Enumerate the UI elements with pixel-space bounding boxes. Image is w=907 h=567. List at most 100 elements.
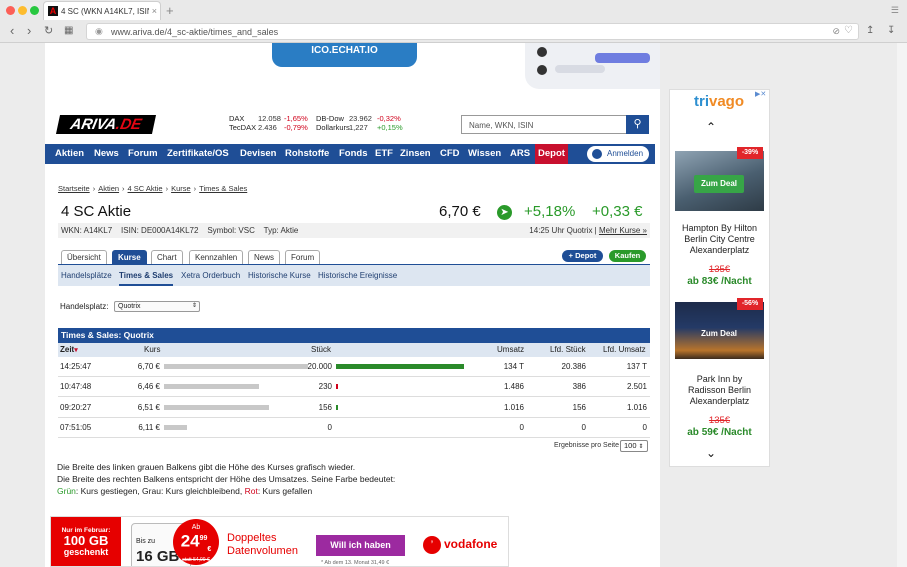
cell-kurs: 6,46 € (137, 382, 160, 392)
search-input[interactable]: Name, WKN, ISIN (461, 115, 627, 134)
breadcrumb-times-sales[interactable]: Times & Sales (199, 184, 247, 193)
col-lfd-umsatz[interactable]: Lfd. Umsatz (603, 343, 646, 357)
nav-item-ars[interactable]: ARS (510, 144, 530, 164)
add-depot-button[interactable]: + Depot (562, 250, 603, 262)
col-umsatz[interactable]: Umsatz (497, 343, 524, 357)
top-banner-ad[interactable]: ICO.ECHAT.IO (45, 43, 660, 89)
ariva-logo[interactable]: ARIVA.DE (55, 115, 157, 134)
close-window-button[interactable] (6, 6, 15, 15)
reload-icon[interactable]: ↻ (44, 23, 53, 39)
cell-lfd-umsatz: 1.016 (626, 402, 647, 412)
tab-chart[interactable]: Chart (151, 250, 183, 264)
subnav-times-sales[interactable]: Times & Sales (119, 271, 174, 286)
breadcrumb-4sc-aktie[interactable]: 4 SC Aktie (128, 184, 163, 193)
login-button[interactable]: Anmelden (587, 146, 649, 162)
new-tab-button[interactable]: + (166, 3, 174, 18)
tab-title: 4 SC (WKN A14KL7, ISIN DE0 (61, 7, 149, 16)
subnav-historische-ereignisse[interactable]: Historische Ereignisse (318, 271, 397, 280)
nav-item-news[interactable]: News (94, 144, 119, 164)
nav-item-wissen[interactable]: Wissen (468, 144, 501, 164)
grid-icon[interactable]: ▦ (64, 23, 73, 39)
search-icon[interactable]: ⚲ (626, 115, 649, 134)
tab-news[interactable]: News (248, 250, 281, 264)
breadcrumb-startseite[interactable]: Startseite (58, 184, 90, 193)
subnav-handelsplaetze[interactable]: Handelsplätze (61, 271, 112, 280)
col-stueck[interactable]: Stück (311, 343, 331, 357)
cell-stueck: 20.000 (307, 362, 332, 371)
handelsplatz-select[interactable]: Quotrix ⇕ (114, 301, 200, 312)
chevron-down-icon[interactable]: ⌄ (706, 446, 716, 460)
select-arrows-icon: ⇕ (191, 303, 197, 309)
nav-item-devisen[interactable]: Devisen (240, 144, 276, 164)
tab-kennzahlen[interactable]: Kennzahlen (189, 250, 244, 264)
breadcrumb-kurse[interactable]: Kurse (171, 184, 191, 193)
zum-deal-button[interactable]: Zum Deal (694, 325, 744, 343)
download-icon[interactable]: ↧ (887, 23, 895, 39)
nav-item-rohstoffe[interactable]: Rohstoffe (285, 144, 329, 164)
nav-item-etf[interactable]: ETF (375, 144, 393, 164)
nav-item-depot[interactable]: Depot (535, 144, 568, 164)
cell-zeit: 09:20:27 (60, 402, 92, 412)
heart-icon[interactable]: ♡ (844, 25, 853, 36)
tab-overview-icon[interactable]: ☰ (891, 5, 899, 16)
cell-lfd-stueck: 156 (572, 402, 586, 412)
share-icon[interactable]: ↥ (866, 23, 874, 39)
subnav-xetra-orderbuch[interactable]: Xetra Orderbuch (181, 271, 240, 280)
nav-item-aktien[interactable]: Aktien (55, 144, 84, 164)
buy-button[interactable]: Kaufen (609, 250, 646, 262)
chevron-right-icon[interactable]: › (27, 23, 31, 39)
breadcrumb-aktien[interactable]: Aktien (98, 184, 119, 193)
cell-stueck: 230 (318, 382, 332, 392)
tab-kurse[interactable]: Kurse (112, 250, 147, 264)
cell-zeit: 14:25:47 (60, 362, 92, 371)
results-per-page-select[interactable]: 100 ⇕ (620, 440, 648, 452)
zum-deal-button[interactable]: Zum Deal (694, 175, 744, 193)
table-title: Times & Sales: Quotrix (58, 328, 650, 343)
vodafone-ad[interactable]: Nur im Februar: 100 GB geschenkt Bis zu … (50, 516, 509, 567)
old-price: 135€ (708, 415, 731, 426)
cell-umsatz: 1.016 (503, 402, 524, 412)
address-bar[interactable]: ◉ www.ariva.de/4_sc-aktie/times_and_sale… (86, 23, 859, 40)
tab-close-icon[interactable]: × (152, 6, 157, 16)
hotel-name[interactable]: Park Inn by Radisson Berlin Alexanderpla… (671, 374, 768, 407)
col-zeit[interactable]: Zeit▾ (60, 343, 78, 358)
cell-lfd-umsatz: 137 T (626, 362, 647, 371)
tab-uebersicht[interactable]: Übersicht (61, 250, 107, 264)
cell-umsatz: 134 T (503, 362, 524, 371)
cell-kurs: 6,70 € (137, 362, 160, 371)
url-text[interactable]: www.ariva.de/4_sc-aktie/times_and_sales (111, 27, 278, 37)
maximize-window-button[interactable] (30, 6, 39, 15)
col-kurs[interactable]: Kurs (144, 343, 160, 357)
volume-bar (336, 384, 338, 390)
nav-item-zertifikate[interactable]: Zertifikate/OS (167, 144, 229, 164)
cell-zeit: 10:47:48 (60, 382, 92, 392)
legend-line-2: Die Breite des rechten Balkens entsprich… (57, 474, 396, 484)
index-tecdax[interactable]: TecDAX 2.436 -0,79% (229, 123, 309, 133)
chevron-left-icon[interactable]: ‹ (10, 23, 14, 39)
cell-stueck: 0 (327, 422, 332, 432)
browser-tab[interactable]: A 4 SC (WKN A14KL7, ISIN DE0 × (43, 1, 161, 20)
index-dollarkurs[interactable]: Dollarkurs 1,227 +0,15% (316, 123, 406, 133)
page-title: 4 SC Aktie (61, 203, 132, 220)
shield-icon[interactable]: ⊘ (832, 26, 840, 37)
nav-item-fonds[interactable]: Fonds (339, 144, 368, 164)
cell-zeit: 07:51:05 (60, 422, 92, 432)
hotel-name[interactable]: Hampton By Hilton Berlin City Centre Ale… (671, 223, 768, 256)
nav-item-zinsen[interactable]: Zinsen (400, 144, 431, 164)
chevron-up-icon[interactable]: ⌃ (706, 120, 716, 134)
main-nav: Aktien News Forum Zertifikate/OS Devisen… (45, 144, 655, 164)
price-bar (164, 404, 269, 410)
volume-bar (336, 404, 338, 410)
nav-item-cfd[interactable]: CFD (440, 144, 460, 164)
col-lfd-stueck[interactable]: Lfd. Stück (550, 343, 586, 357)
nav-item-forum[interactable]: Forum (128, 144, 158, 164)
price-badge: Ab 2499€ statt 54,99 € (173, 519, 219, 565)
subnav-historische-kurse[interactable]: Historische Kurse (248, 271, 311, 280)
ad-choices-icon[interactable]: ▶✕ (755, 90, 766, 98)
minimize-window-button[interactable] (18, 6, 27, 15)
more-quotes-link[interactable]: Mehr Kurse » (599, 226, 647, 235)
banner-label[interactable]: ICO.ECHAT.IO (272, 43, 417, 67)
ad-cta-button[interactable]: Will ich haben (316, 535, 405, 556)
scrollbar[interactable] (897, 43, 907, 567)
tab-forum[interactable]: Forum (285, 250, 321, 264)
